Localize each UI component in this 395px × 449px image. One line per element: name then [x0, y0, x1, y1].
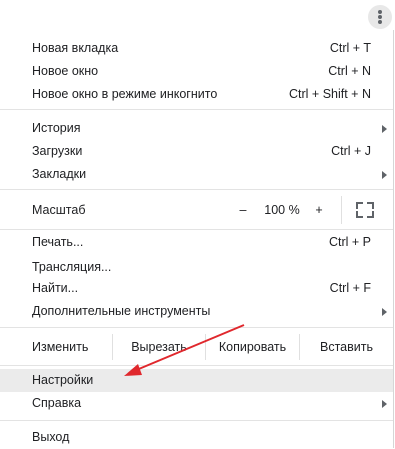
- menu-divider: [0, 189, 393, 190]
- paste-button[interactable]: Вставить: [300, 329, 393, 365]
- zoom-level: 100 %: [264, 203, 300, 217]
- copy-button[interactable]: Копировать: [206, 329, 299, 365]
- zoom-row: Масштаб – 100 % +: [0, 192, 393, 228]
- menu-item-help[interactable]: Справка: [0, 392, 393, 415]
- menu-item-print[interactable]: Печать... Ctrl + P: [0, 231, 393, 254]
- submenu-arrow-icon: [382, 400, 387, 408]
- shortcut-label: Ctrl + N: [328, 64, 371, 78]
- menu-item-history[interactable]: История: [0, 117, 393, 140]
- menu-item-more-tools[interactable]: Дополнительные инструменты: [0, 300, 393, 323]
- menu-item-cast[interactable]: Трансляция...: [0, 256, 393, 279]
- menu-divider: [0, 229, 393, 230]
- shortcut-label: Ctrl + T: [329, 41, 371, 55]
- menu-divider: [0, 365, 393, 366]
- shortcut-label: Ctrl + J: [331, 144, 371, 158]
- zoom-out-button[interactable]: –: [228, 192, 258, 228]
- menu-divider: [0, 327, 393, 328]
- menu-divider: [0, 420, 393, 421]
- edit-row: Изменить Вырезать Копировать Вставить: [0, 329, 393, 365]
- submenu-arrow-icon: [382, 308, 387, 316]
- chrome-main-menu: Новая вкладка Ctrl + T Новое окно Ctrl +…: [0, 30, 394, 448]
- browser-toolbar: [0, 0, 395, 34]
- shortcut-label: Ctrl + F: [329, 281, 371, 295]
- menu-divider: [0, 109, 393, 110]
- submenu-arrow-icon: [382, 171, 387, 179]
- menu-item-downloads[interactable]: Загрузки Ctrl + J: [0, 140, 393, 163]
- menu-item-settings[interactable]: Настройки: [0, 369, 393, 392]
- menu-item-new-window[interactable]: Новое окно Ctrl + N: [0, 60, 393, 83]
- zoom-divider: [341, 196, 342, 224]
- menu-item-incognito[interactable]: Новое окно в режиме инкогнито Ctrl + Shi…: [0, 83, 393, 106]
- edit-label: Изменить: [32, 340, 89, 354]
- menu-item-find[interactable]: Найти... Ctrl + F: [0, 277, 393, 300]
- menu-item-new-tab[interactable]: Новая вкладка Ctrl + T: [0, 37, 393, 60]
- fullscreen-icon[interactable]: [356, 202, 374, 218]
- shortcut-label: Ctrl + Shift + N: [289, 87, 371, 101]
- shortcut-label: Ctrl + P: [328, 235, 371, 249]
- more-options-icon[interactable]: [368, 5, 392, 29]
- menu-item-bookmarks[interactable]: Закладки: [0, 163, 393, 186]
- zoom-in-button[interactable]: +: [304, 192, 334, 228]
- menu-item-exit[interactable]: Выход: [0, 426, 393, 449]
- cut-button[interactable]: Вырезать: [113, 329, 205, 365]
- submenu-arrow-icon: [382, 125, 387, 133]
